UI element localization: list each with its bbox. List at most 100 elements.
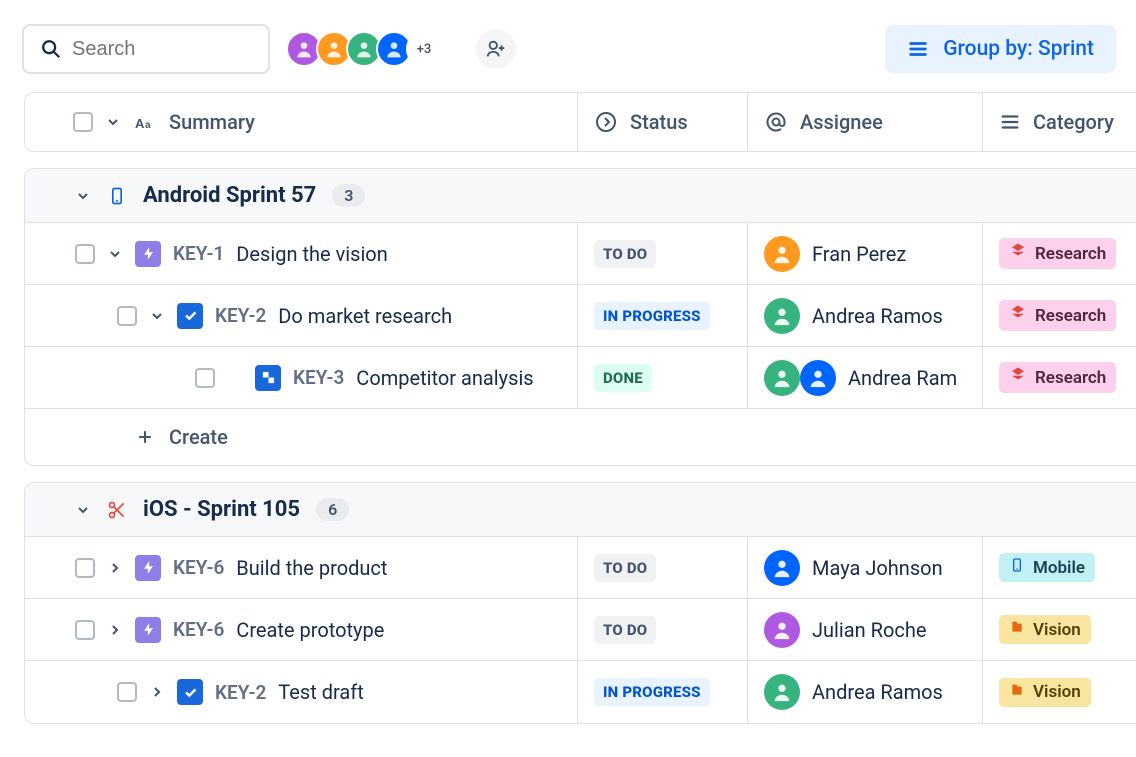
group-by-button[interactable]: Group by: Sprint	[885, 25, 1116, 73]
menu-icon	[907, 38, 929, 60]
row-checkbox[interactable]	[75, 244, 95, 264]
issue-summary[interactable]: Do market research	[278, 304, 452, 328]
status-badge[interactable]: IN PROGRESS	[594, 678, 710, 706]
table-header: Aa Summary Status Assignee Category	[24, 92, 1136, 152]
category-label: Mobile	[1033, 558, 1085, 578]
column-summary[interactable]: Aa Summary	[25, 110, 577, 134]
select-all-checkbox[interactable]	[73, 112, 93, 132]
category-cell: Vision	[982, 599, 1136, 660]
avatar[interactable]	[764, 612, 800, 648]
group-header[interactable]: Android Sprint 57 3	[25, 169, 1136, 223]
epic-icon	[135, 555, 161, 581]
issue-summary[interactable]: Competitor analysis	[356, 366, 533, 390]
assignee-name: Maya Johnson	[812, 556, 943, 580]
table-row[interactable]: KEY-2 Do market research IN PROGRESS And…	[25, 285, 1136, 347]
issue-summary[interactable]: Design the vision	[236, 242, 387, 266]
issue-summary[interactable]: Test draft	[278, 680, 363, 704]
chevron-right-icon[interactable]	[107, 560, 123, 576]
chevron-right-icon[interactable]	[149, 684, 165, 700]
row-checkbox[interactable]	[75, 558, 95, 578]
search-input[interactable]	[72, 38, 252, 61]
avatar[interactable]	[800, 360, 836, 396]
avatar-stack[interactable]: +3	[286, 31, 442, 67]
category-badge[interactable]: Research	[999, 300, 1116, 331]
menu-icon	[999, 111, 1021, 133]
avatar[interactable]	[764, 298, 800, 334]
table-row[interactable]: KEY-6 Build the product TO DO Maya Johns…	[25, 537, 1136, 599]
category-badge[interactable]: Research	[999, 362, 1116, 393]
row-checkbox[interactable]	[117, 306, 137, 326]
row-checkbox[interactable]	[195, 368, 215, 388]
category-label: Vision	[1033, 620, 1081, 640]
issue-key[interactable]: KEY-2	[215, 681, 266, 704]
category-icon	[1009, 304, 1027, 327]
summary-cell: KEY-2 Test draft	[25, 661, 577, 723]
epic-icon	[135, 241, 161, 267]
status-cell: IN PROGRESS	[577, 661, 747, 723]
chevron-down-icon[interactable]	[105, 114, 121, 130]
status-badge[interactable]: TO DO	[594, 554, 656, 582]
status-badge[interactable]: DONE	[594, 364, 652, 392]
row-checkbox[interactable]	[117, 682, 137, 702]
avatar[interactable]	[764, 674, 800, 710]
issue-key[interactable]: KEY-1	[173, 242, 224, 265]
assignee-name: Andrea Ramos	[812, 680, 943, 704]
category-cell: Mobile	[982, 537, 1136, 598]
category-label: Vision	[1033, 682, 1081, 702]
group-by-label: Group by: Sprint	[943, 37, 1094, 61]
avatar-overflow[interactable]: +3	[406, 31, 442, 67]
chevron-down-icon[interactable]	[75, 188, 91, 204]
issue-summary[interactable]: Build the product	[236, 556, 387, 580]
epic-icon	[135, 617, 161, 643]
avatar[interactable]	[764, 550, 800, 586]
assignee-cell: Fran Perez	[747, 223, 982, 284]
row-checkbox[interactable]	[75, 620, 95, 640]
create-issue-button[interactable]: Create	[25, 409, 1136, 465]
chevron-right-icon[interactable]	[107, 622, 123, 638]
column-label: Status	[630, 110, 688, 134]
assignee-cell: Andrea Ramos	[747, 285, 982, 346]
column-label: Category	[1033, 110, 1114, 134]
add-user-button[interactable]	[476, 29, 516, 69]
table-row[interactable]: KEY-1 Design the vision TO DO Fran Perez…	[25, 223, 1136, 285]
at-icon	[764, 110, 788, 134]
issue-key[interactable]: KEY-6	[173, 556, 224, 579]
chevron-down-icon[interactable]	[149, 308, 165, 324]
category-badge[interactable]: Research	[999, 238, 1116, 269]
status-cell: TO DO	[577, 537, 747, 598]
summary-cell: KEY-3 Competitor analysis	[25, 347, 577, 408]
issue-key[interactable]: KEY-6	[173, 618, 224, 641]
category-badge[interactable]: Mobile	[999, 553, 1095, 582]
status-cell: IN PROGRESS	[577, 285, 747, 346]
status-badge[interactable]: TO DO	[594, 616, 656, 644]
toolbar: +3 Group by: Sprint	[0, 0, 1136, 92]
status-badge[interactable]: IN PROGRESS	[594, 302, 710, 330]
group-title: iOS - Sprint 105	[143, 497, 300, 522]
category-badge[interactable]: Vision	[999, 615, 1091, 644]
summary-cell: KEY-1 Design the vision	[25, 223, 577, 284]
group-title: Android Sprint 57	[143, 183, 316, 208]
category-cell: Vision	[982, 661, 1136, 723]
table-row[interactable]: KEY-2 Test draft IN PROGRESS Andrea Ramo…	[25, 661, 1136, 723]
column-status[interactable]: Status	[577, 93, 747, 151]
summary-cell: KEY-6 Create prototype	[25, 599, 577, 660]
task-icon	[177, 679, 203, 705]
chevron-down-icon[interactable]	[75, 502, 91, 518]
issue-key[interactable]: KEY-2	[215, 304, 266, 327]
table-row[interactable]: KEY-6 Create prototype TO DO Julian Roch…	[25, 599, 1136, 661]
status-badge[interactable]: TO DO	[594, 240, 656, 268]
avatar[interactable]	[764, 360, 800, 396]
issue-summary[interactable]: Create prototype	[236, 618, 384, 642]
chevron-down-icon[interactable]	[107, 246, 123, 262]
search-field[interactable]	[22, 24, 270, 74]
summary-cell: KEY-2 Do market research	[25, 285, 577, 346]
summary-cell: KEY-6 Build the product	[25, 537, 577, 598]
category-badge[interactable]: Vision	[999, 678, 1091, 707]
column-assignee[interactable]: Assignee	[747, 93, 982, 151]
column-category[interactable]: Category	[982, 93, 1136, 151]
group-header[interactable]: iOS - Sprint 105 6	[25, 483, 1136, 537]
table-row[interactable]: KEY-3 Competitor analysis DONE Andrea Ra…	[25, 347, 1136, 409]
avatar[interactable]	[764, 236, 800, 272]
status-cell: TO DO	[577, 223, 747, 284]
issue-key[interactable]: KEY-3	[293, 366, 344, 389]
